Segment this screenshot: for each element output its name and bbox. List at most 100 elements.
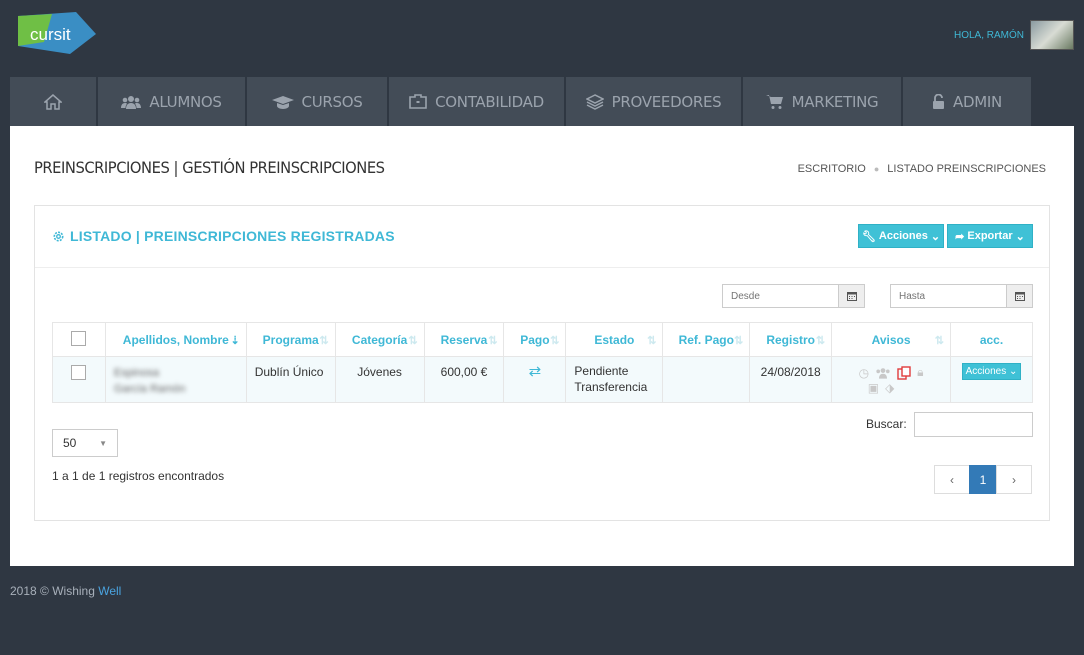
sort-asc-icon: ⇣ — [230, 335, 240, 347]
date-to-field — [890, 284, 1033, 308]
sort-icon: ⇅ — [550, 335, 560, 347]
copy-icon[interactable] — [897, 365, 911, 380]
cell-ref-pago — [662, 356, 751, 403]
prev-page-button[interactable]: ‹ — [934, 465, 970, 494]
users-icon — [121, 95, 142, 109]
calendar-icon[interactable] — [1006, 285, 1032, 307]
col-label: Pago — [520, 332, 550, 347]
clock-icon[interactable]: ◷ — [859, 366, 869, 380]
cell-pago: ⇄ — [503, 356, 567, 403]
nav-admin[interactable]: ADMIN — [903, 77, 1031, 126]
page-1-button[interactable]: 1 — [969, 465, 997, 494]
row-checkbox[interactable] — [71, 365, 87, 380]
col-label: acc. — [979, 332, 1004, 347]
lock-icon[interactable]: 🔒︎ — [917, 365, 923, 380]
select-all-header — [52, 322, 106, 357]
col-pago[interactable]: Pago ⇅ — [503, 322, 567, 357]
briefcase-icon — [409, 94, 427, 109]
col-acc: acc. — [950, 322, 1033, 357]
breadcrumb-separator: ● — [873, 164, 880, 174]
name-line1: Espinosa — [113, 367, 160, 379]
col-label: Registro — [766, 332, 816, 347]
cell-name: Espinosa García Ramón — [104, 356, 247, 403]
col-ref-pago[interactable]: Ref. Pago ⇅ — [662, 322, 751, 357]
col-programa[interactable]: Programa ⇅ — [245, 322, 336, 357]
footer-text: 2018 © Wishing — [10, 584, 99, 598]
cell-acc: Acciones ⌄ — [950, 356, 1033, 403]
nav-marketing[interactable]: MARKETING — [743, 77, 901, 126]
acciones-button[interactable]: 🔧︎ Acciones ⌄ — [858, 224, 944, 248]
sort-icon: ⇅ — [815, 335, 826, 347]
nav-label: CONTABILIDAD — [435, 92, 544, 111]
col-label: Reserva — [440, 332, 488, 347]
nav-contabilidad[interactable]: CONTABILIDAD — [389, 77, 564, 126]
sort-icon: ⇅ — [488, 335, 498, 347]
chevron-down-icon: ⌄ — [930, 230, 941, 243]
select-all-checkbox[interactable] — [71, 330, 87, 346]
breadcrumb-escritorio[interactable]: ESCRITORIO — [798, 163, 866, 175]
nav-label: PROVEEDORES — [611, 92, 722, 111]
next-page-button[interactable]: › — [996, 465, 1032, 494]
page-size-select[interactable]: 50 ▼ — [52, 429, 118, 457]
acciones-label: Acciones — [878, 230, 928, 242]
user-menu[interactable]: HOLA, RAMÓN — [954, 20, 1074, 50]
listado-panel: LISTADO | PREINSCRIPCIONES REGISTRADAS 🔧… — [34, 205, 1050, 521]
col-categoria[interactable]: Categoría ⇅ — [334, 322, 425, 357]
date-to-input[interactable] — [891, 285, 1006, 307]
name-line2: García Ramón — [113, 383, 186, 395]
breadcrumb: ESCRITORIO ● LISTADO PREINSCRIPCIONES — [798, 163, 1046, 175]
col-label: Categoría — [351, 332, 408, 347]
nav-label: ADMIN — [953, 92, 1002, 111]
avatar[interactable] — [1030, 20, 1074, 50]
row-select-cell — [52, 356, 106, 403]
users-icon[interactable] — [875, 367, 891, 379]
nav-label: ALUMNOS — [149, 92, 222, 111]
cell-avisos: ◷ 🔒︎ ▣ ⬗ — [831, 356, 952, 403]
date-from-input[interactable] — [723, 285, 838, 307]
user-greeting[interactable]: HOLA, RAMÓN — [954, 30, 1024, 41]
tags-icon[interactable]: ⬗ — [885, 381, 894, 395]
caret-down-icon: ▼ — [99, 438, 107, 448]
nav-home[interactable] — [10, 77, 96, 126]
search-input[interactable] — [914, 412, 1033, 437]
row-acciones-button[interactable]: Acciones ⌄ — [961, 363, 1022, 380]
nav-label: CURSOS — [301, 92, 363, 111]
cursit-logo[interactable]: cursit — [14, 12, 96, 56]
main-content: PREINSCRIPCIONES | GESTIÓN PREINSCRIPCIO… — [10, 126, 1074, 566]
cell-estado: Pendiente Transferencia — [565, 356, 664, 403]
calendar-icon[interactable] — [838, 285, 864, 307]
nav-proveedores[interactable]: PROVEEDORES — [566, 77, 741, 126]
footer-link[interactable]: Well — [98, 584, 121, 598]
col-avisos[interactable]: Avisos ⇅ — [831, 322, 952, 357]
exportar-button[interactable]: ➦ Exportar ⌄ — [947, 224, 1033, 248]
main-nav: ALUMNOS CURSOS CONTABILIDAD PROVEEDORES … — [10, 77, 1033, 126]
nav-label: MARKETING — [791, 92, 879, 111]
cell-registro: 24/08/2018 — [749, 356, 833, 403]
table-row[interactable]: Espinosa García Ramón Dublín Único Jóven… — [52, 356, 1033, 403]
chevron-down-icon: ⌄ — [1015, 230, 1025, 243]
col-estado[interactable]: Estado ⇅ — [565, 322, 664, 357]
row-acciones-label: Acciones — [965, 366, 1007, 377]
preinscripciones-table: Apellidos, Nombre ⇣ Programa ⇅ Categoría ⇅ … — [52, 322, 1033, 403]
share-icon: ➦ — [955, 230, 965, 243]
footer: 2018 © Wishing Well — [10, 584, 121, 598]
cell-categoria: Jóvenes — [334, 356, 425, 403]
records-found-text: 1 a 1 de 1 registros encontrados — [52, 469, 225, 483]
sort-icon: ⇅ — [408, 335, 418, 347]
graduation-cap-icon — [271, 95, 294, 109]
col-label: Programa — [262, 332, 319, 347]
col-reserva[interactable]: Reserva ⇅ — [423, 322, 505, 357]
sort-icon: ⇅ — [733, 335, 744, 347]
transfer-icon[interactable]: ⇄ — [529, 363, 542, 380]
pagination: ‹ 1 › — [934, 465, 1032, 494]
nav-cursos[interactable]: CURSOS — [247, 77, 387, 126]
save-icon[interactable]: ▣ — [868, 381, 879, 395]
table-header-row: Apellidos, Nombre ⇣ Programa ⇅ Categoría ⇅ … — [52, 322, 1033, 357]
col-registro[interactable]: Registro ⇅ — [749, 322, 833, 357]
nav-alumnos[interactable]: ALUMNOS — [98, 77, 245, 126]
panel-title-text: LISTADO | PREINSCRIPCIONES REGISTRADAS — [70, 228, 395, 244]
breadcrumb-current: LISTADO PREINSCRIPCIONES — [887, 163, 1046, 175]
search-label: Buscar: — [866, 417, 907, 431]
col-label: Avisos — [871, 332, 911, 347]
col-apellidos[interactable]: Apellidos, Nombre ⇣ — [104, 322, 247, 357]
